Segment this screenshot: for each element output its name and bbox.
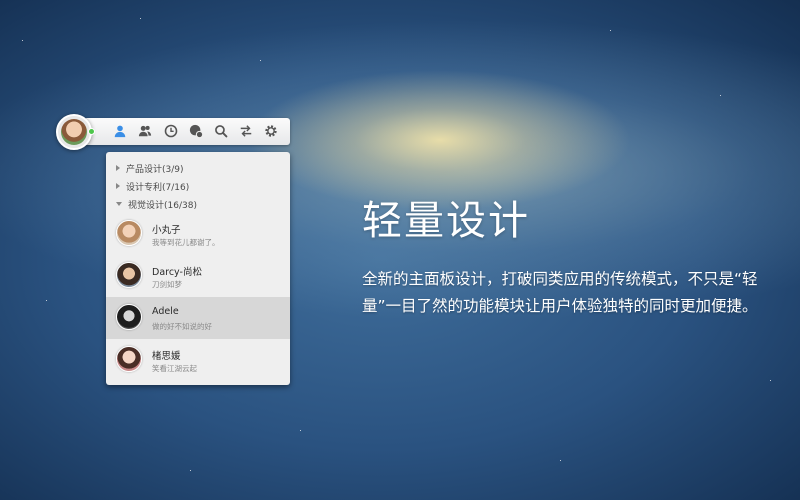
contact-avatar	[116, 262, 142, 288]
contact-name: Adele	[152, 306, 179, 317]
group-design-patents[interactable]: 设计专利(7/16)	[106, 177, 290, 195]
search-icon[interactable]	[213, 123, 229, 139]
groups-icon[interactable]	[137, 123, 153, 139]
contact-item-selected[interactable]: Adele 做的好不如说的好	[106, 297, 290, 339]
contact-avatar	[116, 304, 142, 330]
messages-icon[interactable]	[188, 123, 204, 139]
recent-icon[interactable]	[163, 123, 179, 139]
settings-icon[interactable]	[263, 123, 279, 139]
contact-signature: 我等到花儿都谢了。	[152, 238, 220, 247]
user-avatar[interactable]	[56, 114, 92, 150]
contact-signature: 笑看江湖云起	[152, 364, 197, 373]
contact-signature: 做的好不如说的好	[152, 322, 212, 331]
group-label: 产品设计(3/9)	[126, 164, 184, 175]
group-label: 视觉设计(16/38)	[128, 200, 197, 211]
avatar-image	[61, 119, 87, 145]
expand-arrow-icon	[116, 165, 120, 171]
contact-name: 小丸子	[152, 225, 181, 236]
contact-item[interactable]: Darcy-尚松 刀剑如梦	[106, 255, 290, 297]
expand-arrow-icon	[116, 183, 120, 189]
contacts-icon[interactable]	[112, 123, 128, 139]
group-label: 设计专利(7/16)	[126, 182, 190, 193]
contact-signature: 刀剑如梦	[152, 280, 182, 289]
contact-list-panel: 产品设计(3/9) 设计专利(7/16) 视觉设计(16/38) 小丸子 我等到…	[106, 152, 290, 385]
contact-name: 楮思媛	[152, 351, 181, 362]
group-visual-design[interactable]: 视觉设计(16/38)	[106, 195, 290, 213]
group-product-design[interactable]: 产品设计(3/9)	[106, 159, 290, 177]
contact-name: Darcy-尚松	[152, 267, 202, 278]
main-toolbar	[84, 118, 290, 145]
collapse-arrow-icon	[116, 202, 122, 206]
online-status-indicator	[88, 128, 95, 135]
promo-headline: 轻量设计	[362, 198, 530, 244]
promo-description: 全新的主面板设计，打破同类应用的传统模式，不只是“轻量”一目了然的功能模块让用户…	[362, 270, 758, 315]
contact-avatar	[116, 220, 142, 246]
switch-icon[interactable]	[238, 123, 254, 139]
contact-item[interactable]: 小丸子 我等到花儿都谢了。	[106, 213, 290, 255]
contact-item[interactable]: 楮思媛 笑看江湖云起	[106, 339, 290, 381]
contact-avatar	[116, 346, 142, 372]
